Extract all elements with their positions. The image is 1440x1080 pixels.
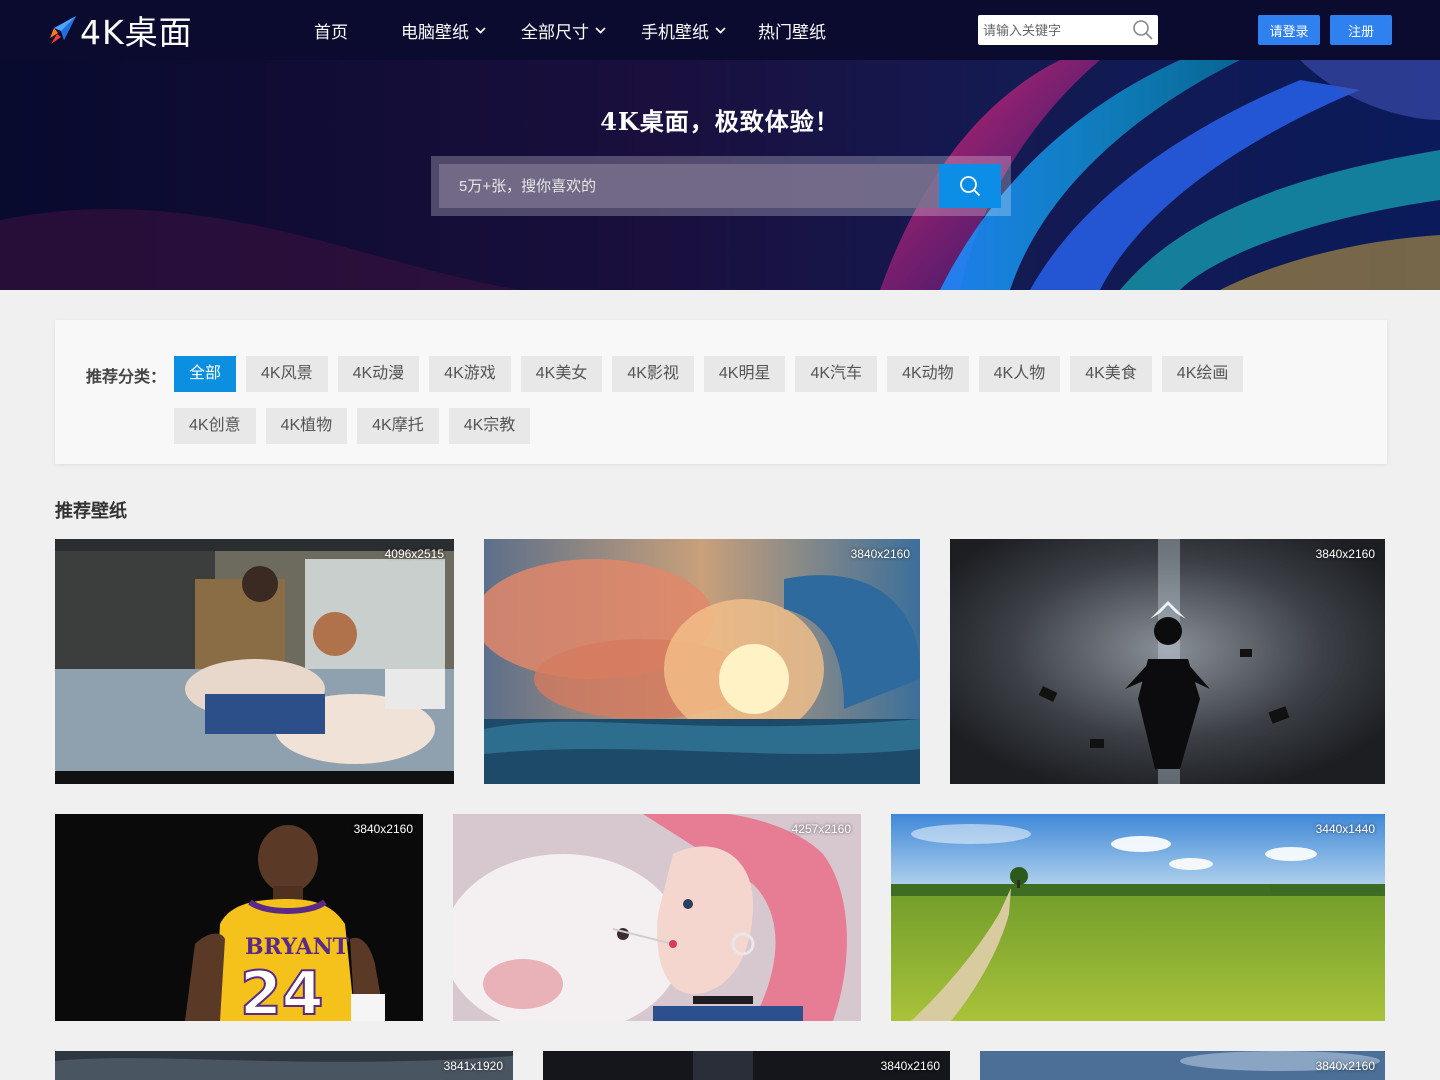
wallpaper-image <box>453 814 861 1021</box>
nav-home-label: 首页 <box>314 22 348 42</box>
category-tag[interactable]: 4K动漫 <box>337 356 420 392</box>
nav-sizes-label: 全部尺寸 <box>521 22 589 42</box>
resolution-badge: 3840x2160 <box>1315 547 1375 561</box>
wallpaper-card[interactable]: 3840x2160 <box>980 1051 1385 1080</box>
wallpaper-card[interactable]: BRYANT 24 3840x2160 <box>55 814 423 1021</box>
wallpaper-image <box>950 539 1385 784</box>
category-tag[interactable]: 4K创意 <box>174 408 256 444</box>
nav-all-sizes[interactable]: 全部尺寸 <box>521 18 606 43</box>
logo-text: 4K桌面 <box>80 13 193 52</box>
chevron-down-icon <box>475 26 486 34</box>
nav-hot-label: 热门壁纸 <box>758 22 826 42</box>
category-tag[interactable]: 4K汽车 <box>795 356 878 392</box>
nav-pc-label: 电脑壁纸 <box>401 22 469 42</box>
svg-text:BRYANT: BRYANT <box>245 934 350 960</box>
register-button[interactable]: 注册 <box>1330 15 1392 45</box>
category-tag[interactable]: 4K动物 <box>887 356 969 392</box>
wallpaper-image <box>484 539 920 784</box>
svg-text:24: 24 <box>240 959 324 1021</box>
wallpaper-card[interactable]: 4257x2160 <box>453 814 861 1021</box>
chevron-down-icon <box>715 26 726 34</box>
wallpaper-card[interactable]: 3840x2160 <box>543 1051 950 1080</box>
category-label: 推荐分类： <box>86 369 167 386</box>
nav-pc-wallpapers[interactable]: 电脑壁纸 <box>401 18 486 43</box>
rocket-logo-icon <box>50 16 76 44</box>
category-tag[interactable]: 4K人物 <box>978 356 1061 392</box>
hero-search-box <box>431 156 1011 216</box>
logo[interactable]: 4K桌面 <box>48 10 193 52</box>
resolution-badge: 3440x1440 <box>1315 822 1375 836</box>
hero-search-input[interactable] <box>439 164 939 208</box>
category-tag[interactable]: 全部 <box>174 356 237 392</box>
wallpaper-card[interactable]: 3840x2160 <box>950 539 1385 784</box>
top-search-input[interactable] <box>978 15 1128 45</box>
hero-title: 4K桌面，极致体验！ <box>600 107 840 136</box>
main-nav: 首页 电脑壁纸 全部尺寸 手机壁纸 热门壁纸 <box>314 0 826 60</box>
wallpaper-card[interactable]: 4096x2515 <box>55 539 454 784</box>
hero-banner: 4K桌面，极致体验！ <box>0 60 1440 290</box>
search-icon <box>960 176 981 197</box>
nav-hot-wallpapers[interactable]: 热门壁纸 <box>758 18 826 43</box>
resolution-badge: 3840x2160 <box>880 1059 940 1073</box>
resolution-badge: 3840x2160 <box>1315 1059 1375 1073</box>
resolution-badge: 3841x1920 <box>443 1059 503 1073</box>
top-navbar: 4K桌面 首页 电脑壁纸 全部尺寸 手机壁纸 热门壁纸 请登录 注册 <box>0 0 1440 60</box>
category-tag[interactable]: 4K影视 <box>612 356 694 392</box>
resolution-badge: 3840x2160 <box>353 822 413 836</box>
section-title: 推荐壁纸 <box>55 501 127 521</box>
category-tag[interactable]: 4K植物 <box>265 408 348 444</box>
category-panel: 推荐分类： 全部 4K风景 4K动漫 4K游戏 4K美女 4K影视 4K明星 4… <box>55 320 1387 464</box>
category-tag[interactable]: 4K美女 <box>520 356 603 392</box>
category-tag[interactable]: 4K绘画 <box>1161 356 1244 392</box>
category-tag[interactable]: 4K美食 <box>1070 356 1152 392</box>
chevron-down-icon <box>595 26 606 34</box>
category-tag[interactable]: 4K游戏 <box>429 356 511 392</box>
wallpaper-card[interactable]: 3841x1920 <box>55 1051 513 1080</box>
resolution-badge: 4096x2515 <box>384 547 444 561</box>
category-tag[interactable]: 4K宗教 <box>448 408 531 444</box>
login-button[interactable]: 请登录 <box>1258 15 1320 45</box>
wallpaper-card[interactable]: 3440x1440 <box>891 814 1385 1021</box>
category-tag[interactable]: 4K风景 <box>246 356 328 392</box>
nav-mobile-wallpapers[interactable]: 手机壁纸 <box>641 18 726 43</box>
hero-search-button[interactable] <box>939 164 1001 208</box>
category-tags: 全部 4K风景 4K动漫 4K游戏 4K美女 4K影视 4K明星 4K汽车 4K… <box>174 356 1284 460</box>
resolution-badge: 3840x2160 <box>850 547 910 561</box>
search-icon[interactable] <box>1132 19 1154 41</box>
top-search-box <box>978 15 1158 45</box>
resolution-badge: 4257x2160 <box>791 822 851 836</box>
wallpaper-image <box>891 814 1385 1021</box>
nav-home[interactable]: 首页 <box>314 18 348 43</box>
wallpaper-card[interactable]: 3840x2160 <box>484 539 920 784</box>
wallpaper-image: BRYANT 24 <box>55 814 423 1021</box>
nav-mobile-label: 手机壁纸 <box>641 22 709 42</box>
category-tag[interactable]: 4K摩托 <box>357 408 439 444</box>
wallpaper-image <box>55 539 454 784</box>
category-tag[interactable]: 4K明星 <box>703 356 786 392</box>
